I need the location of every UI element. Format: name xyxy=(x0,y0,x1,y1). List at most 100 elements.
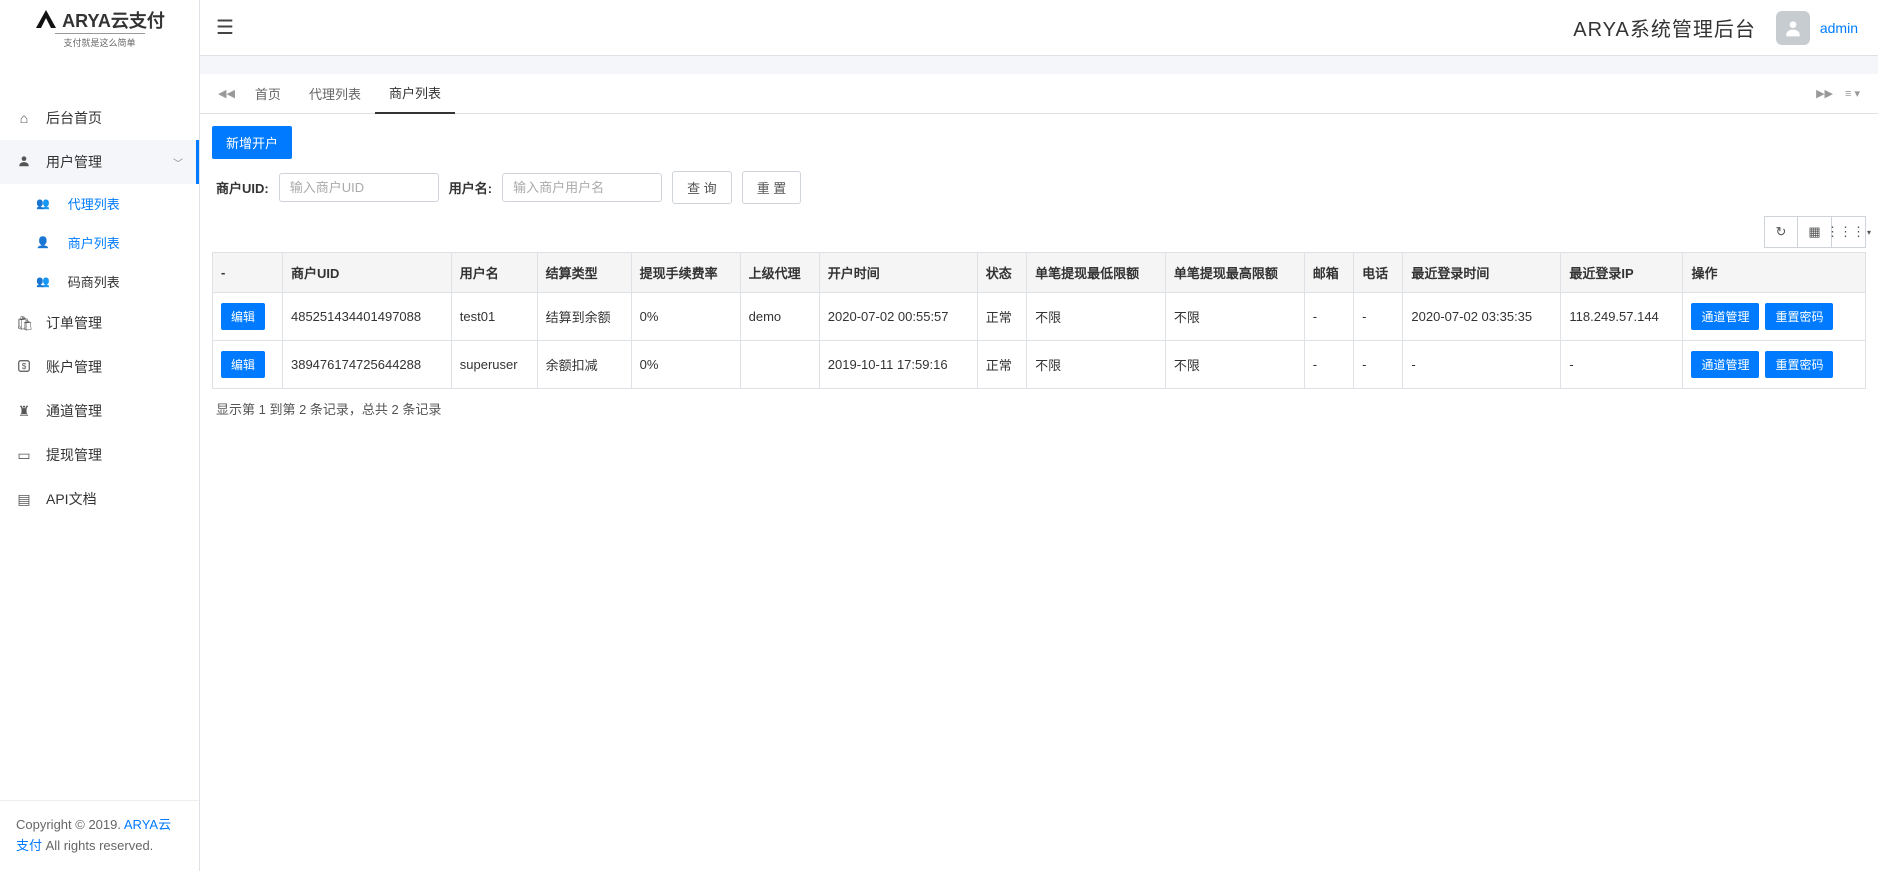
svg-text:$: $ xyxy=(22,361,27,370)
cell-parent: demo xyxy=(740,293,819,341)
system-title: ARYA系统管理后台 xyxy=(1573,13,1756,42)
cell-max: 不限 xyxy=(1165,293,1304,341)
tabs-menu-icon[interactable]: ≡ ▾ xyxy=(1839,87,1866,100)
cell-last-login: - xyxy=(1403,341,1561,389)
th-username[interactable]: 用户名 xyxy=(451,253,537,293)
logo: ARYA云支付 支付就是这么简单 xyxy=(0,0,199,56)
columns-icon[interactable]: ⋮⋮⋮▾ xyxy=(1832,216,1866,248)
sidebar-sub-agents[interactable]: 👥 代理列表 xyxy=(20,184,199,223)
th-uid[interactable]: 商户UID xyxy=(282,253,451,293)
sidebar-sub-label: 码商列表 xyxy=(68,272,120,291)
tab-home[interactable]: 首页 xyxy=(241,74,295,113)
reset-password-button[interactable]: 重置密码 xyxy=(1765,303,1833,330)
table-row: 编辑485251434401497088test01结算到余额0%demo202… xyxy=(213,293,1866,341)
sidebar-footer: Copyright © 2019. ARYA云支付 All rights res… xyxy=(0,800,199,871)
refresh-icon[interactable]: ↻ xyxy=(1764,216,1798,248)
cell-last-ip: 118.249.57.144 xyxy=(1561,293,1683,341)
tab-agent-list[interactable]: 代理列表 xyxy=(295,74,375,113)
th-last-ip[interactable]: 最近登录IP xyxy=(1561,253,1683,293)
th-actions[interactable]: 操作 xyxy=(1683,253,1866,293)
home-icon: ⌂ xyxy=(16,110,32,126)
cell-status: 正常 xyxy=(977,293,1026,341)
edit-button[interactable]: 编辑 xyxy=(221,303,265,330)
th-edit[interactable]: - xyxy=(213,253,283,293)
doc-icon: ▤ xyxy=(16,491,32,508)
new-account-button[interactable]: 新增开户 xyxy=(212,126,292,159)
th-parent[interactable]: 上级代理 xyxy=(740,253,819,293)
cell-last-ip: - xyxy=(1561,341,1683,389)
cell-open-time: 2020-07-02 00:55:57 xyxy=(819,293,977,341)
query-button[interactable]: 查 询 xyxy=(672,171,732,204)
cell-phone: - xyxy=(1354,293,1403,341)
sidebar-item-label: 提现管理 xyxy=(46,445,102,465)
sidebar-sub-merchants[interactable]: 👤 商户列表 xyxy=(20,223,199,262)
dollar-icon: $ xyxy=(16,359,32,376)
pagination-info: 显示第 1 到第 2 条记录，总共 2 条记录 xyxy=(212,389,1866,428)
person-plus-icon: 👥 xyxy=(36,197,50,210)
card-icon: ▭ xyxy=(16,447,32,464)
tab-merchant-list[interactable]: 商户列表 xyxy=(375,73,455,114)
th-open-time[interactable]: 开户时间 xyxy=(819,253,977,293)
th-last-login[interactable]: 最近登录时间 xyxy=(1403,253,1561,293)
cell-uid: 389476174725644288 xyxy=(282,341,451,389)
sidebar-sub-label: 商户列表 xyxy=(68,233,120,252)
reset-button[interactable]: 重 置 xyxy=(742,171,802,204)
sidebar-item-home[interactable]: ⌂ 后台首页 xyxy=(0,96,199,140)
cell-min: 不限 xyxy=(1027,293,1166,341)
sidebar-item-accounts[interactable]: $ 账户管理 xyxy=(0,345,199,389)
sidebar-item-orders[interactable]: 🛍 订单管理 xyxy=(0,301,199,345)
table-header-row: - 商户UID 用户名 结算类型 提现手续费率 上级代理 开户时间 状态 单笔提… xyxy=(213,253,1866,293)
sidebar-item-label: 用户管理 xyxy=(46,152,102,172)
cell-max: 不限 xyxy=(1165,341,1304,389)
channel-manage-button[interactable]: 通道管理 xyxy=(1691,351,1759,378)
reset-password-button[interactable]: 重置密码 xyxy=(1765,351,1833,378)
th-fee[interactable]: 提现手续费率 xyxy=(631,253,740,293)
footer-copyright: Copyright © 2019. xyxy=(16,817,124,832)
person-icon: 👤 xyxy=(36,236,50,249)
sidebar-item-channels[interactable]: ♜ 通道管理 xyxy=(0,389,199,433)
th-max[interactable]: 单笔提现最高限额 xyxy=(1165,253,1304,293)
th-phone[interactable]: 电话 xyxy=(1354,253,1403,293)
tabs-row: ◀◀ 首页 代理列表 商户列表 ▶▶ ≡ ▾ xyxy=(200,74,1878,114)
username-link[interactable]: admin xyxy=(1820,20,1858,36)
channel-manage-button[interactable]: 通道管理 xyxy=(1691,303,1759,330)
footer-rights: All rights reserved. xyxy=(46,838,154,853)
tabs-next-icon[interactable]: ▶▶ xyxy=(1810,87,1839,100)
search-row: 商户UID: 用户名: 查 询 重 置 xyxy=(212,159,1866,216)
sidebar-sub-code-merchants[interactable]: 👥 码商列表 xyxy=(20,262,199,301)
cell-last-login: 2020-07-02 03:35:35 xyxy=(1403,293,1561,341)
topbar: ☰ ARYA系统管理后台 admin xyxy=(200,0,1878,56)
edit-button[interactable]: 编辑 xyxy=(221,351,265,378)
sidebar-item-api[interactable]: ▤ API文档 xyxy=(0,477,199,521)
th-email[interactable]: 邮箱 xyxy=(1304,253,1353,293)
sidebar-item-label: 通道管理 xyxy=(46,401,102,421)
user-icon xyxy=(16,154,32,171)
sidebar-item-label: 后台首页 xyxy=(46,108,102,128)
th-min[interactable]: 单笔提现最低限额 xyxy=(1027,253,1166,293)
nav: ⌂ 后台首页 用户管理 ﹀ 👥 代理列表 👤 商户列表 xyxy=(0,56,199,800)
cell-open-time: 2019-10-11 17:59:16 xyxy=(819,341,977,389)
cell-username: superuser xyxy=(451,341,537,389)
th-status[interactable]: 状态 xyxy=(977,253,1026,293)
username-label: 用户名: xyxy=(449,178,492,197)
cell-parent xyxy=(740,341,819,389)
tower-icon: ♜ xyxy=(16,403,32,420)
sidebar-item-users[interactable]: 用户管理 ﹀ xyxy=(0,140,199,184)
tabs-prev-icon[interactable]: ◀◀ xyxy=(212,87,241,100)
sidebar-item-label: 订单管理 xyxy=(46,313,102,333)
cell-username: test01 xyxy=(451,293,537,341)
cell-settle: 余额扣减 xyxy=(537,341,631,389)
sidebar: ARYA云支付 支付就是这么简单 ⌂ 后台首页 用户管理 ﹀ 👥 代理列表 xyxy=(0,0,200,871)
logo-icon xyxy=(34,8,58,32)
cell-phone: - xyxy=(1354,341,1403,389)
avatar[interactable] xyxy=(1776,11,1810,45)
cell-min: 不限 xyxy=(1027,341,1166,389)
username-input[interactable] xyxy=(502,173,662,202)
logo-slogan: 支付就是这么简单 xyxy=(55,33,145,49)
sidebar-item-withdraw[interactable]: ▭ 提现管理 xyxy=(0,433,199,477)
uid-input[interactable] xyxy=(279,173,439,202)
cell-email: - xyxy=(1304,293,1353,341)
cell-fee: 0% xyxy=(631,293,740,341)
th-settle[interactable]: 结算类型 xyxy=(537,253,631,293)
hamburger-icon[interactable]: ☰ xyxy=(216,15,234,40)
